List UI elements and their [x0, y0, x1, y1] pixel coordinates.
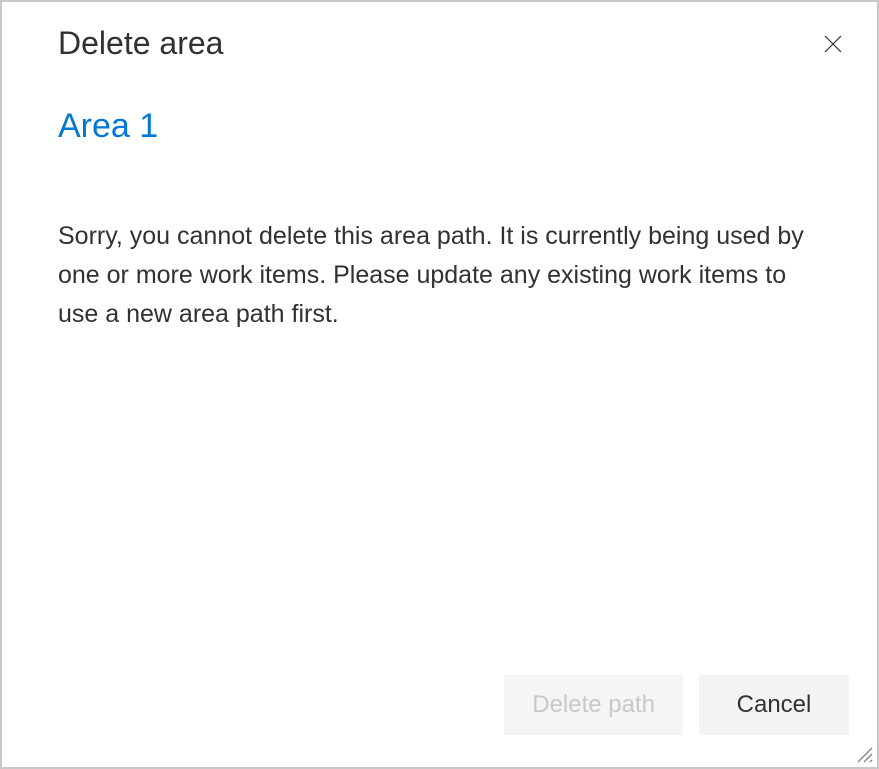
cancel-button[interactable]: Cancel	[699, 675, 849, 735]
error-message: Sorry, you cannot delete this area path.…	[58, 217, 821, 334]
dialog-footer: Delete path Cancel	[2, 675, 877, 767]
delete-path-button: Delete path	[504, 675, 683, 735]
delete-area-dialog: Delete area Area 1 Sorry, you cannot del…	[0, 0, 879, 769]
close-button[interactable]	[817, 28, 849, 60]
dialog-title: Delete area	[58, 24, 223, 62]
dialog-header: Delete area	[2, 2, 877, 62]
area-name: Area 1	[58, 106, 821, 147]
dialog-body: Area 1 Sorry, you cannot delete this are…	[2, 62, 877, 675]
close-icon	[821, 32, 845, 56]
